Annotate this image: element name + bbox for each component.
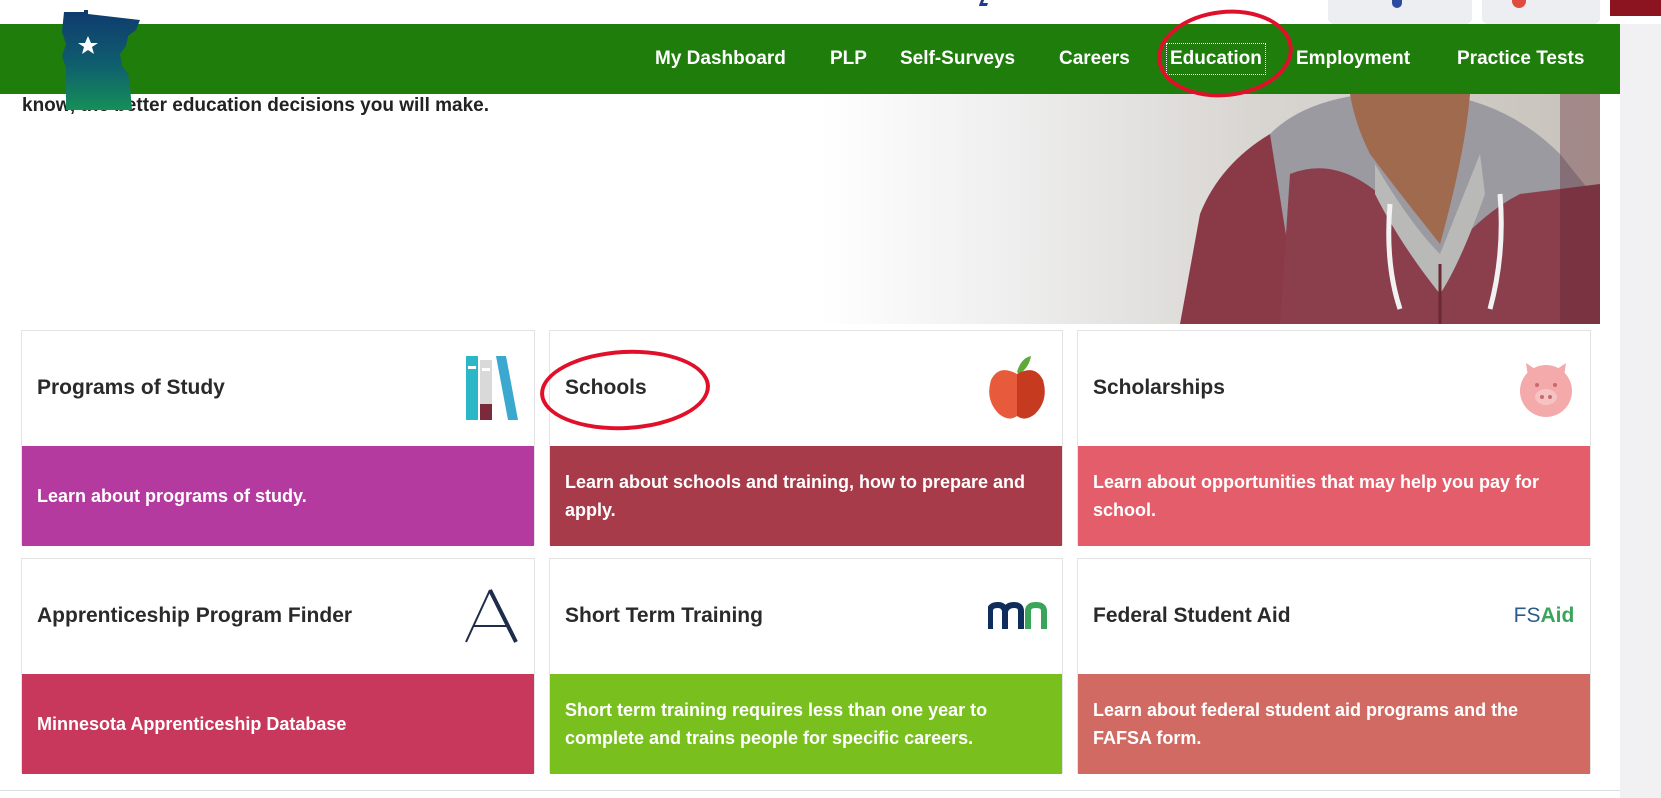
card-description: Learn about programs of study. — [37, 486, 307, 506]
card-header: Short Term Training — [550, 559, 1062, 674]
card-header: Programs of Study — [22, 331, 534, 446]
nav-item-practice-tests[interactable]: Practice Tests — [1457, 47, 1584, 71]
card-programs-of-study[interactable]: Programs of Study Learn about programs o… — [21, 330, 535, 546]
card-header: Schools — [550, 331, 1062, 446]
card-footer: Learn about federal student aid programs… — [1078, 674, 1590, 774]
side-panel — [1620, 24, 1661, 798]
mn-logo-icon — [986, 584, 1050, 648]
card-title: Scholarships — [1093, 376, 1225, 399]
card-short-term-training[interactable]: Short Term Training Short term training … — [549, 558, 1063, 774]
bottom-divider — [0, 790, 1620, 791]
main-nav: My Dashboard PLP Self-Surveys Careers Ed… — [0, 24, 1620, 94]
card-footer: Learn about programs of study. — [22, 446, 534, 546]
cropped-header-glyph — [978, 0, 990, 6]
nav-item-plp[interactable]: PLP — [830, 47, 867, 71]
minnesota-logo[interactable] — [62, 10, 142, 110]
apple-icon — [986, 356, 1050, 420]
top-corner-badge — [1610, 0, 1661, 16]
card-title: Short Term Training — [565, 604, 763, 627]
card-footer: Learn about schools and training, how to… — [550, 446, 1062, 546]
card-apprenticeship-program-finder[interactable]: Apprenticeship Program Finder Minnesota … — [21, 558, 535, 774]
card-footer: Learn about opportunities that may help … — [1078, 446, 1590, 546]
card-description: Short term training requires less than o… — [565, 700, 988, 748]
card-title: Federal Student Aid — [1093, 604, 1291, 627]
top-utility-button-2[interactable] — [1482, 0, 1600, 24]
card-federal-student-aid[interactable]: Federal Student Aid FS Aid Learn about fe… — [1077, 558, 1591, 774]
card-description: Minnesota Apprenticeship Database — [37, 714, 347, 734]
nav-item-careers[interactable]: Careers — [1059, 47, 1130, 71]
card-description: Learn about schools and training, how to… — [565, 472, 1026, 520]
card-footer: Short term training requires less than o… — [550, 674, 1062, 774]
card-description: Learn about federal student aid programs… — [1093, 700, 1519, 748]
nav-item-employment[interactable]: Employment — [1296, 47, 1410, 71]
minnesota-state-icon — [62, 10, 140, 110]
card-schools[interactable]: Schools Learn about schools and training… — [549, 330, 1063, 546]
hero-banner: know, the better education decisions you… — [0, 94, 1620, 324]
card-header: Scholarships — [1078, 331, 1590, 446]
nav-item-my-dashboard[interactable]: My Dashboard — [655, 47, 786, 71]
card-title: Apprenticeship Program Finder — [37, 604, 353, 627]
card-scholarships[interactable]: Scholarships Learn about opportunities t… — [1077, 330, 1591, 546]
nav-items: My Dashboard PLP Self-Surveys Careers Ed… — [0, 24, 1620, 94]
apprenticeship-a-icon — [458, 584, 522, 648]
books-icon — [458, 356, 522, 420]
piggy-bank-icon — [1514, 356, 1578, 420]
card-header: Apprenticeship Program Finder — [22, 559, 534, 674]
fsaid-logo-aid: Aid — [1540, 604, 1575, 627]
top-strip — [0, 0, 1661, 24]
student-photo — [1180, 94, 1600, 324]
nav-item-education[interactable]: Education — [1166, 43, 1266, 75]
card-title: Schools — [565, 376, 647, 399]
fsaid-logo-icon: FS Aid — [1506, 584, 1582, 648]
nav-item-self-surveys[interactable]: Self-Surveys — [900, 47, 1015, 71]
card-footer: Minnesota Apprenticeship Database — [22, 674, 534, 774]
card-title: Programs of Study — [37, 376, 225, 399]
fsaid-logo-fs: FS — [1513, 604, 1541, 627]
card-header: Federal Student Aid FS Aid — [1078, 559, 1590, 674]
card-description: Learn about opportunities that may help … — [1093, 472, 1540, 520]
